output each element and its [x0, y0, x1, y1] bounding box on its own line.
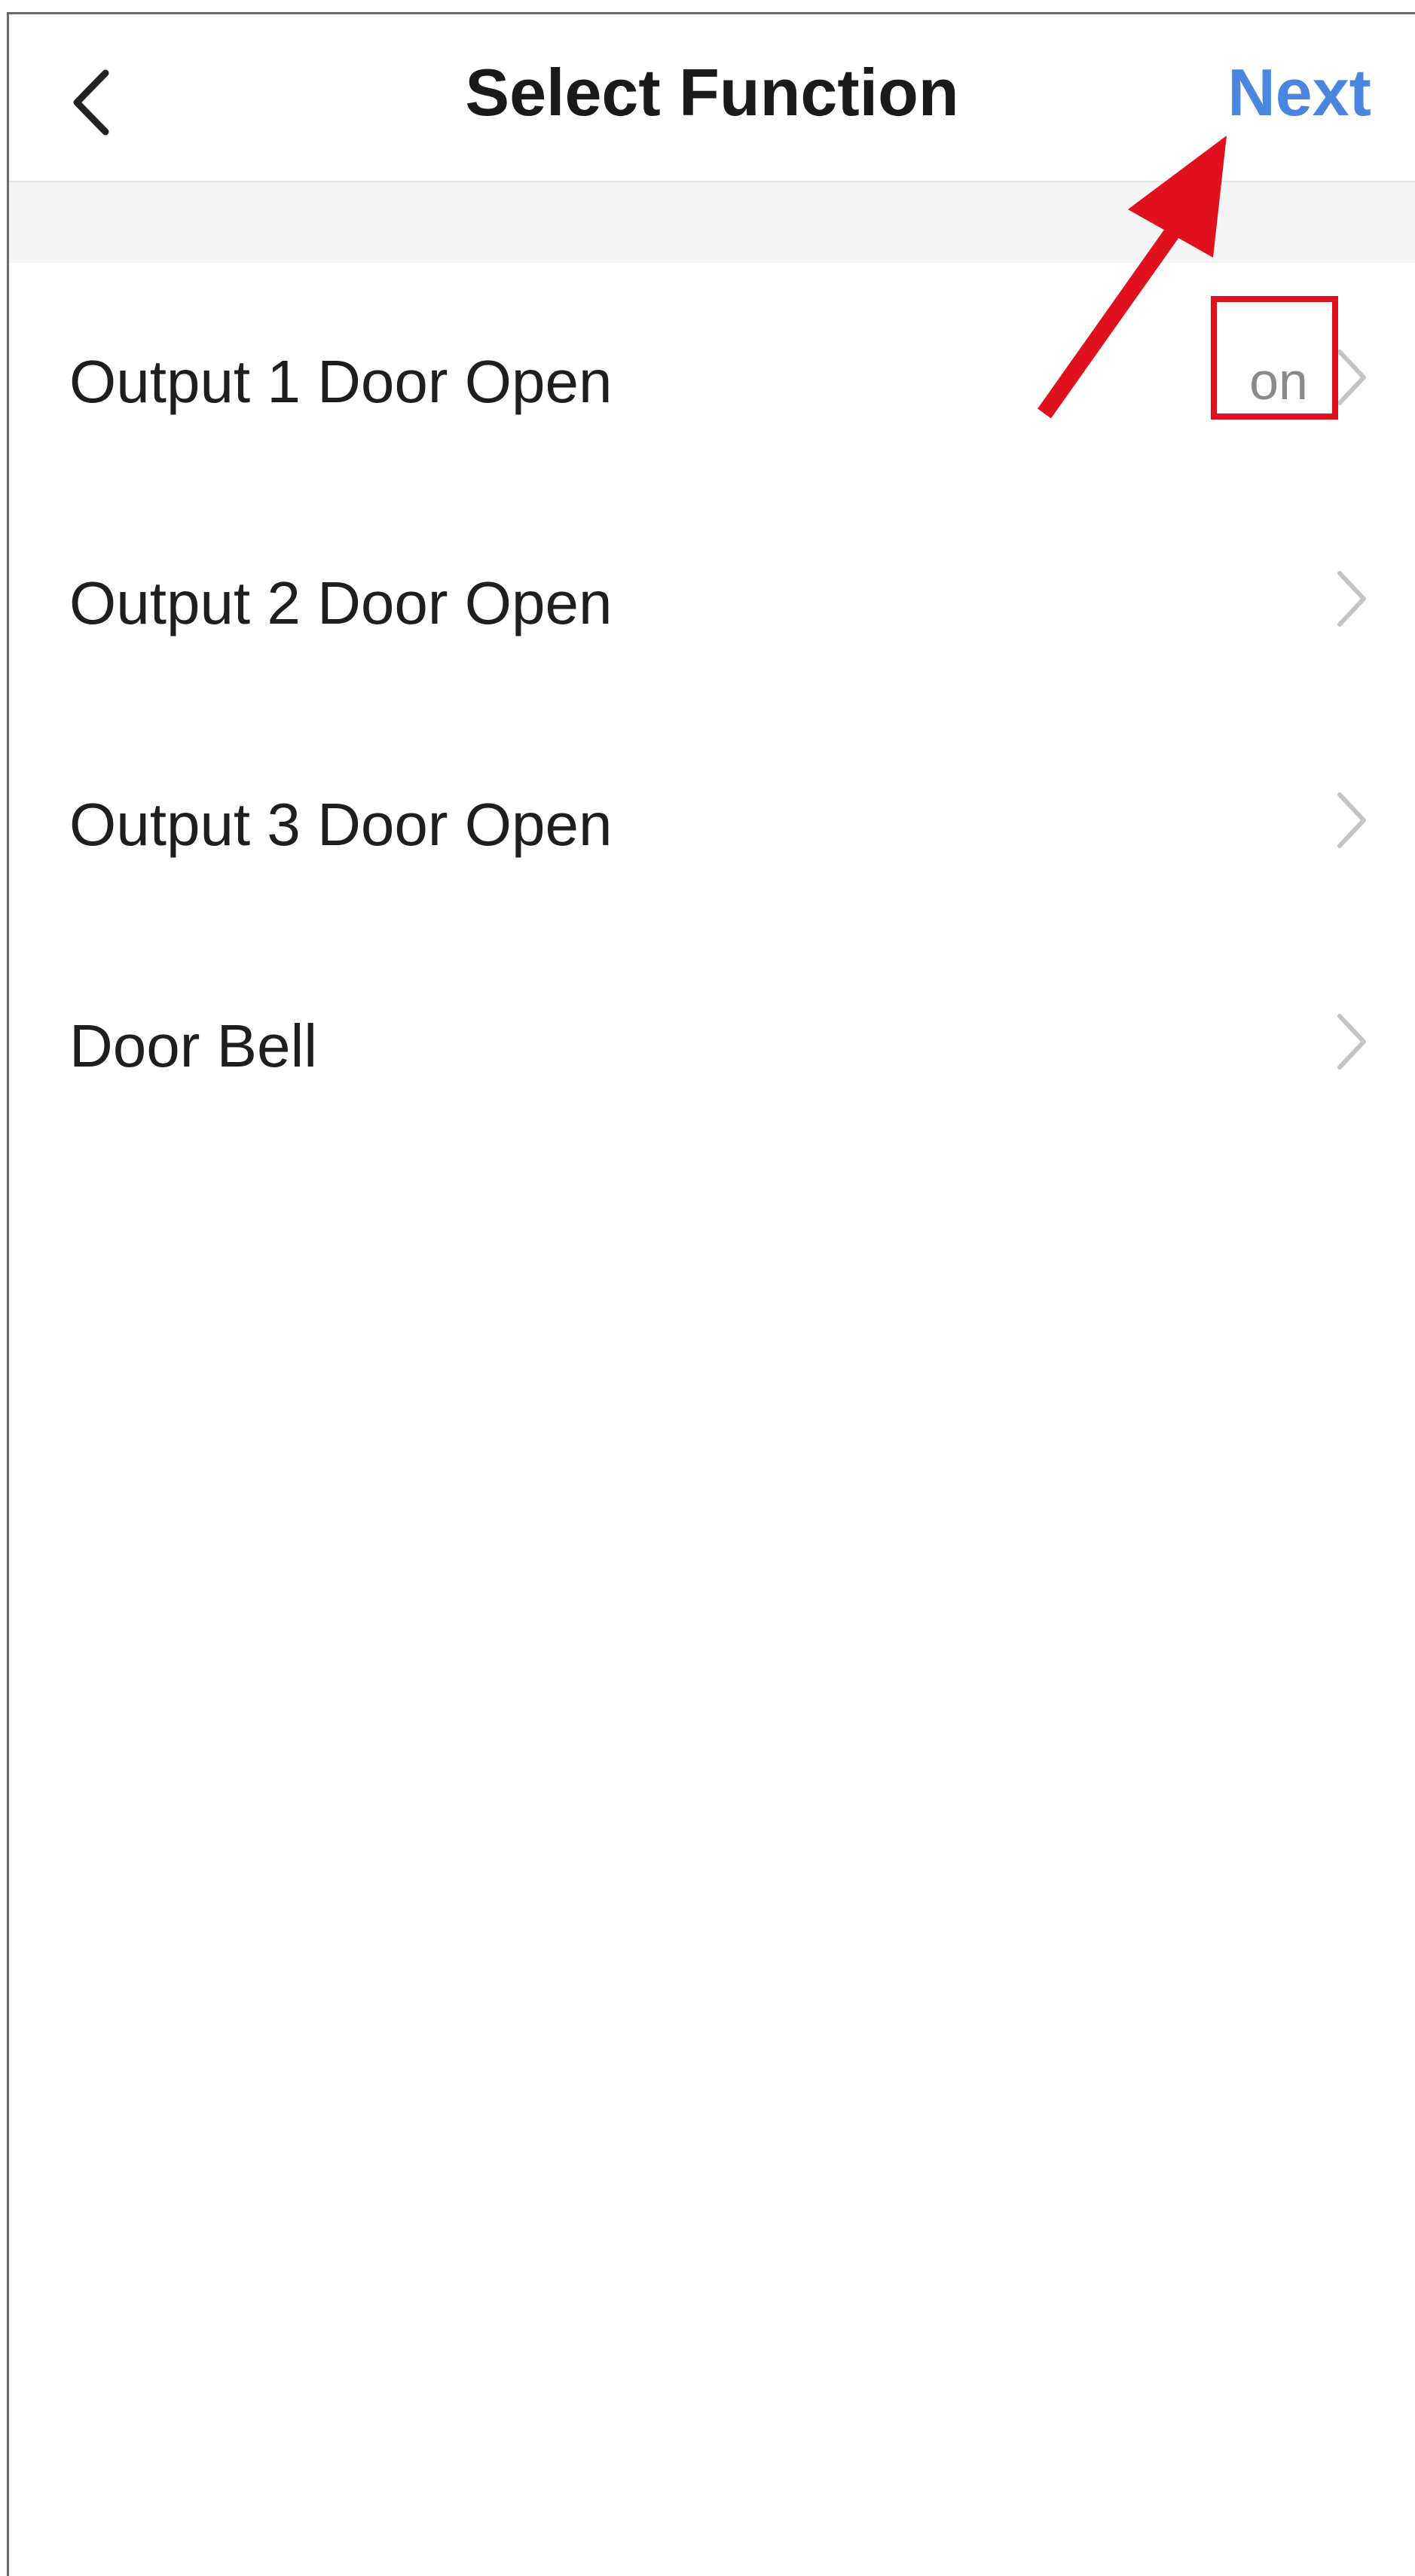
function-status-value: on [1249, 352, 1308, 411]
next-button[interactable]: Next [1227, 60, 1371, 126]
function-label: Output 1 Door Open [69, 348, 613, 415]
function-row-door-bell[interactable]: Door Bell [9, 927, 1415, 1149]
chevron-right-icon [1337, 349, 1366, 405]
chevron-right-icon [1337, 571, 1366, 627]
nav-bar: Select Function Next [9, 14, 1415, 182]
chevron-right-icon [1337, 1014, 1366, 1070]
chevron-left-icon [73, 69, 109, 136]
back-button[interactable] [54, 58, 137, 141]
function-row-output-3[interactable]: Output 3 Door Open [9, 706, 1415, 927]
function-label: Output 2 Door Open [69, 569, 613, 636]
chevron-right-icon [1337, 792, 1366, 848]
function-row-output-2[interactable]: Output 2 Door Open [9, 484, 1415, 706]
page-title: Select Function [465, 55, 959, 130]
app-screen: Select Function Next Output 1 Door Open … [7, 12, 1415, 2576]
function-label: Door Bell [69, 1012, 318, 1079]
section-spacer [9, 182, 1415, 263]
function-list: Output 1 Door Open on Output 2 Door Open… [9, 263, 1415, 1149]
function-label: Output 3 Door Open [69, 791, 613, 858]
function-row-output-1[interactable]: Output 1 Door Open on [9, 263, 1415, 484]
